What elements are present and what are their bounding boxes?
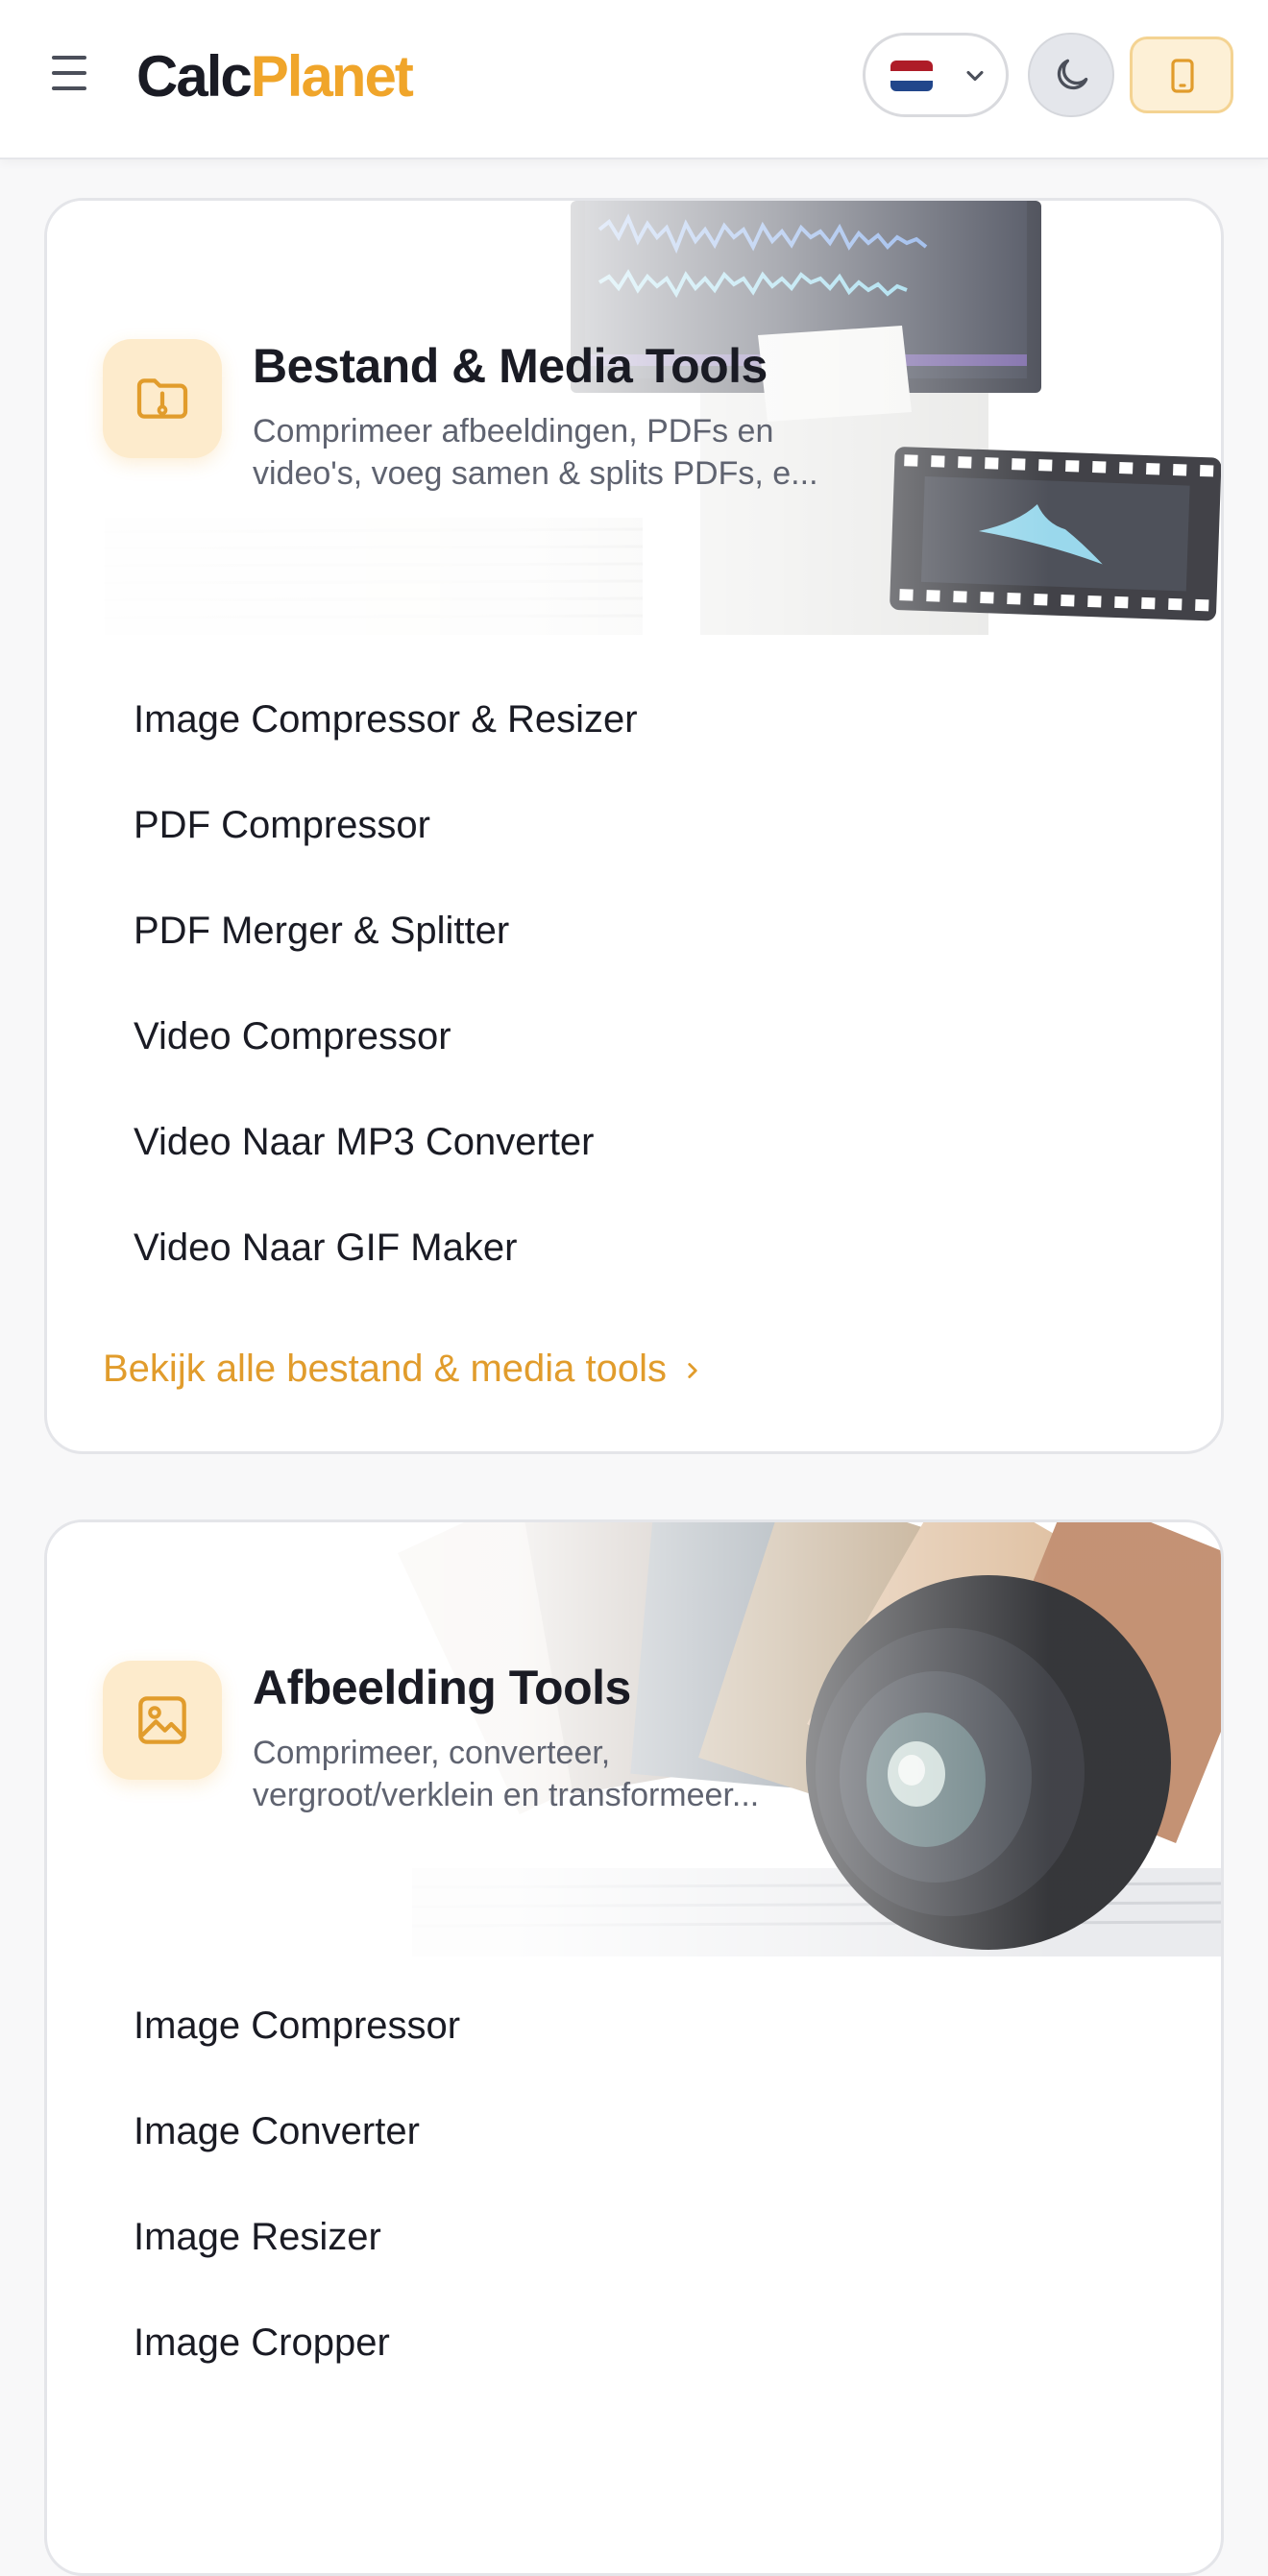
site-logo[interactable]: CalcPlanet [136,38,414,115]
tool-link-video-compressor[interactable]: Video Compressor [134,1009,638,1115]
logo-text-planet: Planet [250,44,414,109]
hamburger-menu-icon[interactable] [48,56,98,100]
category-description: Comprimeer afbeeldingen, PDFs en video's… [253,413,818,492]
category-card-file-media: Bestand & Media Tools Comprimeer afbeeld… [44,198,1224,1454]
image-icon [103,1661,222,1780]
top-header: CalcPlanet [0,0,1268,159]
see-all-label: Bekijk alle bestand & media tools [103,1348,667,1390]
tool-link-image-compressor[interactable]: Image Compressor [134,1999,460,2104]
see-all-link[interactable]: Bekijk alle bestand & media tools [103,1342,705,1396]
tool-link-image-resizer[interactable]: Image Resizer [134,2210,460,2316]
tool-link-video-to-mp3[interactable]: Video Naar MP3 Converter [134,1115,638,1221]
moon-icon [1057,59,1088,90]
tool-link-image-compressor-resizer[interactable]: Image Compressor & Resizer [134,693,638,798]
smartphone-icon [1171,59,1194,93]
tool-link-image-converter[interactable]: Image Converter [134,2104,460,2210]
chevron-down-icon [966,70,984,82]
category-title: Bestand & Media Tools [253,339,768,393]
theme-toggle-button[interactable] [1028,33,1114,117]
mobile-view-button[interactable] [1130,36,1233,113]
tool-link-pdf-compressor[interactable]: PDF Compressor [134,798,638,904]
category-card-image: Afbeelding Tools Comprimeer, converteer,… [44,1519,1224,2576]
tool-link-pdf-merger-splitter[interactable]: PDF Merger & Splitter [134,904,638,1009]
category-title: Afbeelding Tools [253,1661,631,1714]
category-description: Comprimeer, converteer, vergroot/verklei… [253,1735,760,1813]
language-selector[interactable] [863,33,1009,117]
netherlands-flag-icon [890,61,933,91]
tool-link-video-to-gif[interactable]: Video Naar GIF Maker [134,1221,638,1326]
logo-text-calc: Calc [136,44,253,109]
tool-link-image-cropper[interactable]: Image Cropper [134,2316,460,2421]
folder-file-icon [103,339,222,458]
chevron-right-icon [688,1363,697,1379]
tool-list: Image Compressor Image Converter Image R… [134,1999,460,2421]
tool-list: Image Compressor & Resizer PDF Compresso… [134,693,638,1326]
